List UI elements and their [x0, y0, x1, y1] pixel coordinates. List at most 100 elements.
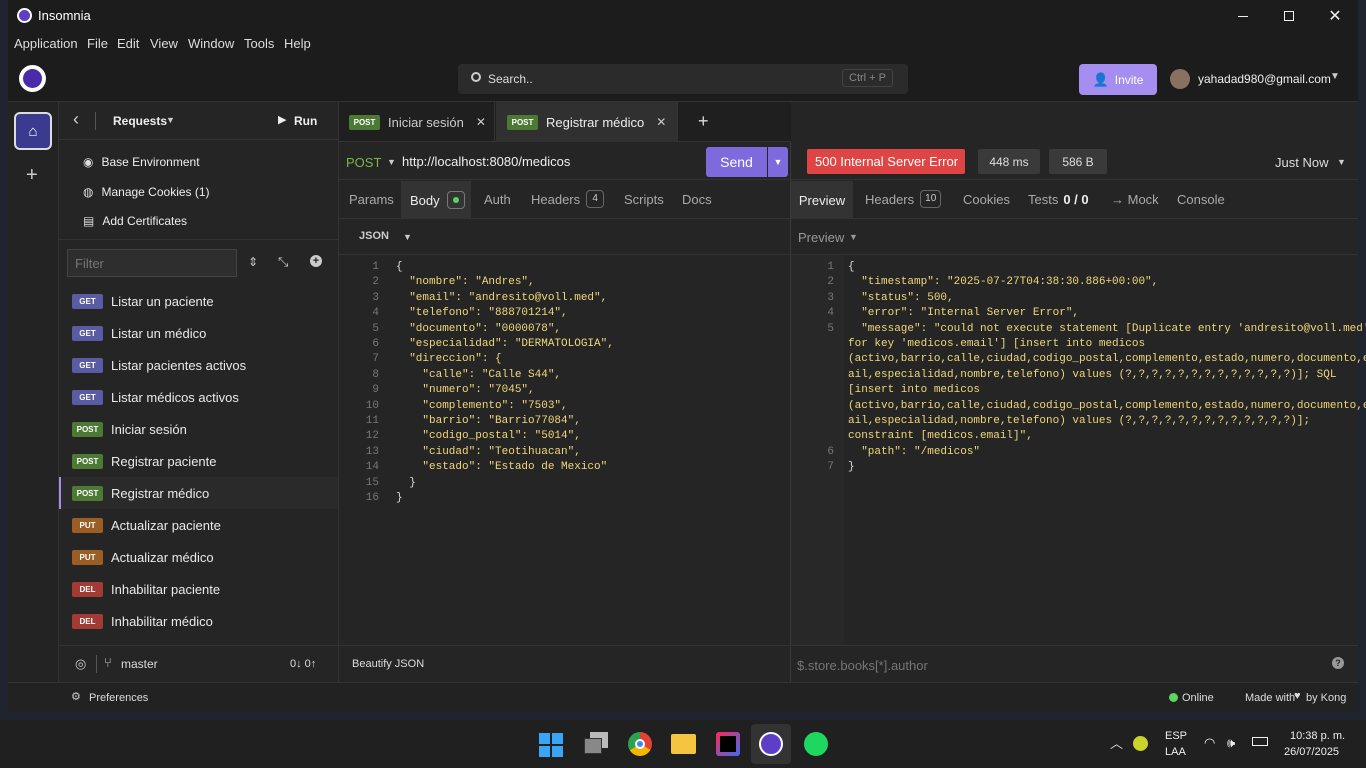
- task-view-icon[interactable]: [584, 732, 609, 756]
- preview-mode-select[interactable]: Preview: [798, 230, 844, 245]
- chevron-down-icon[interactable]: ▼: [166, 115, 175, 125]
- git-branch-icon[interactable]: ⑂: [104, 655, 112, 670]
- add-project-icon[interactable]: +: [26, 164, 38, 187]
- tab-console[interactable]: Console: [1177, 192, 1225, 207]
- sidebar-request-item[interactable]: GET Listar pacientes activos: [59, 349, 338, 381]
- home-button[interactable]: ⌂: [14, 112, 52, 150]
- filter-input[interactable]: [67, 249, 237, 277]
- chevron-down-icon[interactable]: ▼: [387, 157, 396, 167]
- left-rail: ⌂ + ◧ ⊟: [8, 102, 59, 701]
- tab-preview[interactable]: Preview: [791, 181, 853, 219]
- search-bar[interactable]: Search.. Ctrl + P: [458, 64, 908, 94]
- gear-icon[interactable]: ⚙: [71, 690, 81, 703]
- sidebar-request-item[interactable]: PUT Actualizar paciente: [59, 509, 338, 541]
- invite-button[interactable]: 👤 Invite: [1079, 64, 1157, 95]
- tab-auth[interactable]: Auth: [484, 192, 511, 207]
- volume-icon[interactable]: 🕪: [1227, 735, 1235, 751]
- clock-date[interactable]: 26/07/2025: [1284, 746, 1339, 758]
- close-icon[interactable]: ✕: [656, 115, 666, 129]
- tab-docs[interactable]: Docs: [682, 192, 712, 207]
- globe-icon[interactable]: ◎: [75, 656, 86, 672]
- battery-icon[interactable]: [1252, 737, 1268, 746]
- tab-headers[interactable]: Headers 10: [865, 190, 942, 208]
- menu-edit[interactable]: Edit: [117, 36, 139, 51]
- beautify-button[interactable]: Beautify JSON: [352, 658, 424, 670]
- close-button[interactable]: ✕: [1312, 0, 1358, 32]
- method-select[interactable]: POST: [346, 155, 381, 170]
- input-language[interactable]: ESP: [1165, 730, 1187, 742]
- tray-app-icon[interactable]: [1133, 736, 1148, 751]
- chevron-down-icon: ▼: [773, 157, 783, 167]
- tab-params[interactable]: Params: [349, 192, 394, 207]
- tab-mock[interactable]: → Mock: [1111, 192, 1159, 207]
- insomnia-taskbar-button[interactable]: [751, 724, 791, 764]
- status-bar: ⚙ Preferences Online Made with ♥ by Kong: [8, 682, 1358, 712]
- add-request-icon[interactable]: +: [310, 255, 322, 267]
- sidebar-request-item[interactable]: PUT Actualizar médico: [59, 541, 338, 573]
- sidebar-request-item[interactable]: POST Registrar médico: [59, 477, 338, 509]
- sync-status[interactable]: 0↓ 0↑: [290, 658, 316, 670]
- sidebar-link-environment[interactable]: ◉ Base Environment: [83, 155, 200, 169]
- run-button[interactable]: Run: [294, 114, 317, 128]
- new-tab-icon[interactable]: +: [698, 111, 709, 132]
- preferences-button[interactable]: Preferences: [89, 692, 148, 704]
- sidebar-request-item[interactable]: POST Registrar paciente: [59, 445, 338, 477]
- minimize-button[interactable]: [1220, 0, 1266, 32]
- windows-start-icon[interactable]: [539, 733, 563, 757]
- sidebar-request-item[interactable]: POST Iniciar sesión: [59, 413, 338, 445]
- play-icon[interactable]: ▶: [278, 113, 286, 126]
- tab-cookies[interactable]: Cookies: [963, 192, 1010, 207]
- sidebar-link-certificates[interactable]: ▤ Add Certificates: [83, 214, 187, 228]
- code-text: constraint [medicos.email]",: [848, 430, 1033, 443]
- close-icon[interactable]: ✕: [476, 115, 486, 129]
- user-email[interactable]: yahadad980@gmail.com: [1198, 72, 1331, 86]
- sidebar-request-item[interactable]: DEL Inhabilitar paciente: [59, 573, 338, 605]
- menu-application[interactable]: Application: [14, 36, 78, 51]
- sidebar-request-item[interactable]: DEL Inhabilitar médico: [59, 605, 338, 637]
- chevron-down-icon[interactable]: ▼: [1337, 157, 1346, 167]
- request-tab-active[interactable]: POST Registrar médico ✕: [496, 102, 678, 142]
- help-icon[interactable]: ?: [1332, 657, 1344, 669]
- menu-tools[interactable]: Tools: [244, 36, 274, 51]
- body-type-select[interactable]: JSON: [359, 230, 389, 242]
- response-body-viewer[interactable]: 1 {2 "timestamp": "2025-07-27T04:38:30.88…: [791, 260, 1366, 640]
- collapse-icon[interactable]: ⤡: [278, 254, 288, 270]
- menu-help[interactable]: Help: [284, 36, 311, 51]
- chevron-down-icon[interactable]: ▼: [403, 232, 412, 242]
- avatar[interactable]: [1170, 69, 1190, 89]
- tab-headers[interactable]: Headers 4: [531, 190, 605, 208]
- menu-file[interactable]: File: [87, 36, 108, 51]
- request-body-editor[interactable]: 1 {2 "nombre": "Andres", 3 "email": "andre…: [339, 260, 791, 640]
- insomnia-home-logo-icon[interactable]: [19, 65, 46, 92]
- maximize-button[interactable]: [1266, 0, 1312, 32]
- response-history-dropdown[interactable]: Just Now: [1275, 155, 1328, 170]
- show-hidden-icons[interactable]: ︿: [1110, 733, 1123, 752]
- spotify-icon[interactable]: [804, 732, 828, 756]
- send-button[interactable]: Send: [706, 147, 767, 177]
- tab-body[interactable]: Body: [401, 181, 471, 219]
- sidebar-link-cookies[interactable]: ◍ Manage Cookies (1): [83, 185, 210, 199]
- response-filter-input[interactable]: [797, 654, 1297, 676]
- wifi-icon[interactable]: ◠: [1204, 735, 1215, 751]
- tab-tests[interactable]: Tests 0 / 0: [1028, 192, 1089, 207]
- menu-view[interactable]: View: [150, 36, 178, 51]
- intellij-icon[interactable]: [716, 732, 740, 756]
- sidebar-request-item[interactable]: GET Listar médicos activos: [59, 381, 338, 413]
- back-icon[interactable]: ‹: [73, 109, 79, 130]
- file-explorer-icon[interactable]: [671, 734, 696, 754]
- clock-time[interactable]: 10:38 p. m.: [1290, 730, 1345, 742]
- menu-window[interactable]: Window: [188, 36, 234, 51]
- branch-name[interactable]: master: [121, 657, 158, 671]
- url-input[interactable]: http://localhost:8080/medicos: [402, 154, 570, 169]
- keyboard-layout[interactable]: LAA: [1165, 746, 1186, 758]
- chrome-icon[interactable]: [628, 732, 652, 756]
- sidebar-request-item[interactable]: GET Listar un paciente: [59, 285, 338, 317]
- requests-dropdown[interactable]: Requests: [113, 114, 167, 128]
- request-tab[interactable]: POST Iniciar sesión ✕: [339, 102, 495, 142]
- tab-scripts[interactable]: Scripts: [624, 192, 664, 207]
- chevron-down-icon[interactable]: ▼: [1330, 71, 1340, 82]
- sort-icon[interactable]: ⇕: [248, 255, 258, 269]
- send-options-button[interactable]: ▼: [768, 147, 788, 177]
- sidebar-request-item[interactable]: GET Listar un médico: [59, 317, 338, 349]
- chevron-down-icon[interactable]: ▼: [849, 232, 858, 242]
